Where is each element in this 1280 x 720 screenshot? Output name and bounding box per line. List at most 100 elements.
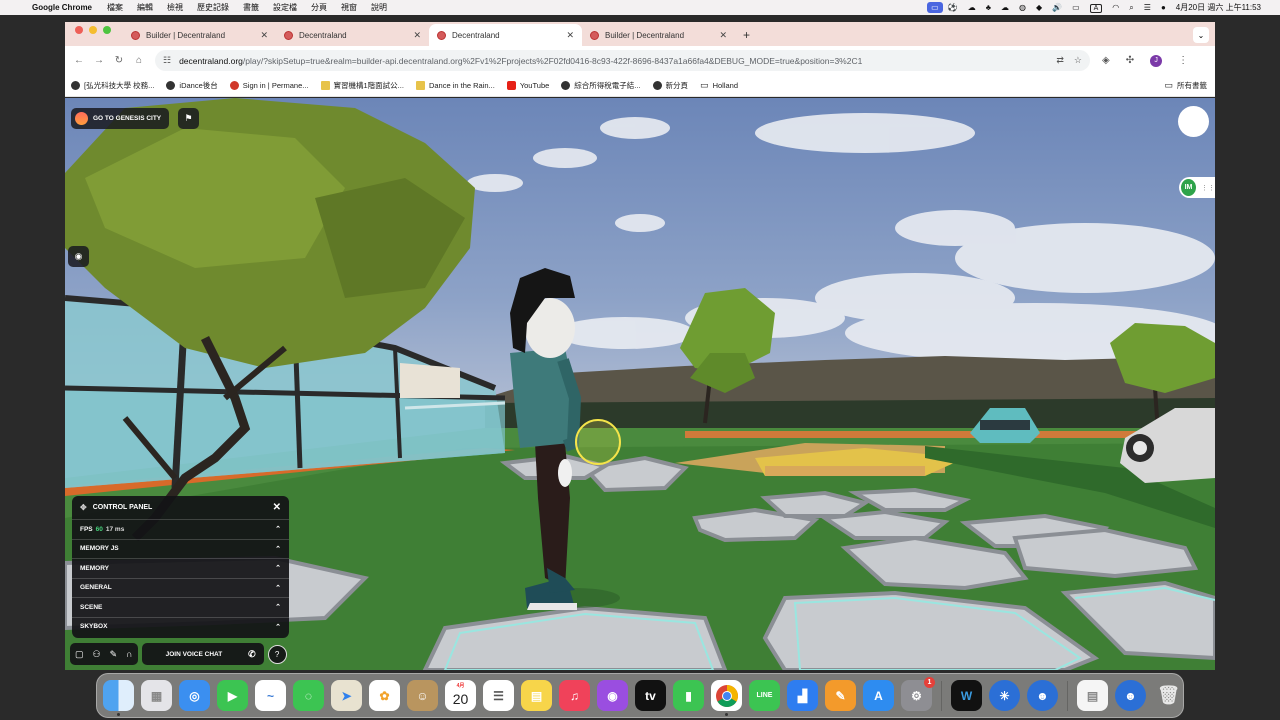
chevron-up-icon[interactable]: ⌃ bbox=[275, 525, 281, 533]
app-store-icon[interactable]: A bbox=[863, 680, 894, 711]
screen-share-icon[interactable]: ▭ bbox=[927, 2, 943, 13]
launchpad-icon[interactable]: ▦ bbox=[141, 680, 172, 711]
bookmark-item[interactable]: 綜合所得稅電子結... bbox=[555, 80, 646, 91]
notes-icon[interactable]: ▤ bbox=[521, 680, 552, 711]
address-bar[interactable]: ☷ decentraland.org/play/?skipSetup=true&… bbox=[155, 50, 1090, 71]
siri-icon[interactable]: ● bbox=[1156, 3, 1171, 12]
spotlight-search-icon[interactable]: ⌕ bbox=[1124, 3, 1138, 13]
translate-icon[interactable]: ⇄ bbox=[1056, 55, 1064, 66]
decentraland-launcher-icon[interactable]: ☻ bbox=[1027, 680, 1058, 711]
decentraland-explorer-icon[interactable]: ☻ bbox=[1115, 680, 1146, 711]
go-to-genesis-city-button[interactable]: GO TO GENESIS CITY bbox=[71, 108, 170, 129]
volume-icon[interactable]: 🔊 bbox=[1047, 3, 1067, 12]
cloud-sync-icon[interactable]: ☁ bbox=[963, 3, 981, 12]
extensions-puzzle-icon[interactable]: ✣ bbox=[1126, 55, 1134, 66]
safari-icon[interactable]: ◎ bbox=[179, 680, 210, 711]
tab-decentraland-1[interactable]: Decentraland ✕ bbox=[276, 24, 429, 46]
close-tab-icon[interactable]: ✕ bbox=[566, 30, 574, 41]
soccer-icon[interactable]: ⚽ bbox=[943, 3, 963, 12]
control-center-icon[interactable]: ☰ bbox=[1139, 3, 1156, 12]
camera-icon[interactable]: ◉ bbox=[68, 246, 89, 267]
address-url[interactable]: decentraland.org/play/?skipSetup=true&re… bbox=[179, 56, 1056, 66]
webex-icon[interactable]: W bbox=[951, 680, 982, 711]
zoom-window-button[interactable] bbox=[103, 26, 111, 34]
site-settings-icon[interactable]: ☷ bbox=[163, 55, 171, 66]
maps-icon[interactable]: ➤ bbox=[331, 680, 362, 711]
control-panel-row-scene[interactable]: SCENE ⌃ bbox=[72, 597, 289, 617]
move-icon[interactable]: ✥ bbox=[80, 503, 87, 512]
tab-search-chevron-icon[interactable]: ⌄ bbox=[1193, 27, 1209, 43]
facetime-icon[interactable]: ▶ bbox=[217, 680, 248, 711]
line-icon[interactable]: LINE bbox=[749, 680, 780, 711]
menu-file[interactable]: 檔案 bbox=[100, 2, 130, 13]
chevron-up-icon[interactable]: ⌃ bbox=[275, 623, 281, 631]
messages-icon[interactable]: ◌ bbox=[293, 680, 324, 711]
bookmark-item[interactable]: iDance後台 bbox=[160, 80, 223, 91]
tab-builder-2[interactable]: Builder | Decentraland ✕ bbox=[582, 24, 735, 46]
numbers-icon[interactable]: ▮ bbox=[673, 680, 704, 711]
bookmark-item[interactable]: 新分頁 bbox=[647, 80, 695, 91]
globe-icon[interactable]: ◍ bbox=[1014, 3, 1031, 12]
friends-icon[interactable]: ⚇ bbox=[93, 649, 101, 660]
dropbox-icon[interactable]: ◆ bbox=[1031, 3, 1047, 12]
emote-icon[interactable]: ✎ bbox=[110, 649, 118, 660]
system-settings-icon[interactable]: ⚙ 1 bbox=[901, 677, 935, 711]
help-button[interactable]: ? bbox=[267, 644, 287, 664]
tab-decentraland-active[interactable]: Decentraland ✕ bbox=[429, 24, 582, 46]
profile-avatar[interactable]: J bbox=[1150, 54, 1163, 67]
reminders-icon[interactable]: ☰ bbox=[483, 680, 514, 711]
im-widget[interactable]: IM ⋮⋮ bbox=[1179, 177, 1215, 198]
bookmark-item[interactable]: [弘光科技大學 校務... bbox=[65, 80, 160, 91]
minimize-window-button[interactable] bbox=[89, 26, 97, 34]
back-arrow-icon[interactable]: ← bbox=[69, 55, 89, 66]
bookmark-star-icon[interactable]: ☆ bbox=[1074, 55, 1082, 66]
bookmark-folder[interactable]: ▭ Holland bbox=[694, 80, 744, 91]
join-voice-chat-button[interactable]: JOIN VOICE CHAT ✆ bbox=[141, 643, 264, 665]
freeform-icon[interactable]: ~ bbox=[255, 680, 286, 711]
creative-cloud-icon[interactable]: ☁ bbox=[996, 3, 1014, 12]
menu-app-name[interactable]: Google Chrome bbox=[30, 3, 100, 12]
reload-icon[interactable]: ↻ bbox=[109, 55, 129, 66]
menubar-clock[interactable]: 4月20日 週六 上午11:53 bbox=[1171, 2, 1266, 13]
keynote-icon[interactable]: ▟ bbox=[787, 680, 818, 711]
apple-tv-icon[interactable]: tv bbox=[635, 680, 666, 711]
battery-icon[interactable]: ▭ bbox=[1067, 3, 1085, 12]
control-panel-row-skybox[interactable]: SKYBOX ⌃ bbox=[72, 616, 289, 637]
menu-profiles[interactable]: 設定檔 bbox=[266, 2, 304, 13]
control-panel-row-fps[interactable]: FPS 60 17 ms ⌃ bbox=[72, 519, 289, 539]
chrome-menu-icon[interactable]: ⋮ bbox=[1178, 55, 1188, 66]
close-tab-icon[interactable]: ✕ bbox=[413, 30, 421, 41]
leaf-icon[interactable]: ♣ bbox=[981, 3, 996, 12]
decentraland-app-icon[interactable]: ✳ bbox=[989, 680, 1020, 711]
chrome-icon[interactable] bbox=[711, 680, 742, 716]
minimap-button[interactable] bbox=[1178, 106, 1209, 137]
new-tab-plus-icon[interactable]: + bbox=[735, 28, 758, 46]
menu-history[interactable]: 歷史記錄 bbox=[190, 2, 236, 13]
menu-tab[interactable]: 分頁 bbox=[304, 2, 334, 13]
photos-icon[interactable]: ✿ bbox=[369, 680, 400, 711]
document-icon[interactable]: ▤ bbox=[1077, 680, 1108, 711]
contacts-icon[interactable]: ☺ bbox=[407, 680, 438, 711]
shield-extension-icon[interactable]: ◈ bbox=[1102, 55, 1110, 66]
finder-icon[interactable] bbox=[103, 680, 134, 716]
menu-bookmarks[interactable]: 書籤 bbox=[236, 2, 266, 13]
close-window-button[interactable] bbox=[75, 26, 83, 34]
control-panel-row-general[interactable]: GENERAL ⌃ bbox=[72, 577, 289, 598]
calendar-icon[interactable]: 4月 20 bbox=[445, 680, 476, 711]
tab-builder-1[interactable]: Builder | Decentraland ✕ bbox=[123, 24, 276, 46]
bookmark-item[interactable]: YouTube bbox=[501, 81, 555, 90]
close-tab-icon[interactable]: ✕ bbox=[260, 30, 268, 41]
control-panel-row-memory-js[interactable]: MEMORY JS ⌃ bbox=[72, 538, 289, 559]
bookmark-item[interactable]: Dance in the Rain... bbox=[410, 81, 501, 90]
chevron-up-icon[interactable]: ⌃ bbox=[275, 603, 281, 611]
chat-icon[interactable]: ▢ bbox=[75, 649, 84, 660]
trash-icon[interactable]: 🗑 bbox=[1153, 680, 1184, 711]
menu-edit[interactable]: 編輯 bbox=[130, 2, 160, 13]
report-flag-icon[interactable]: ⚑ bbox=[178, 108, 199, 129]
headphones-icon[interactable]: ∩ bbox=[126, 649, 132, 659]
chevron-up-icon[interactable]: ⌃ bbox=[275, 564, 281, 572]
chevron-up-icon[interactable]: ⌃ bbox=[275, 545, 281, 553]
forward-arrow-icon[interactable]: → bbox=[89, 55, 109, 66]
music-icon[interactable]: ♫ bbox=[559, 680, 590, 711]
home-icon[interactable]: ⌂ bbox=[129, 55, 149, 66]
